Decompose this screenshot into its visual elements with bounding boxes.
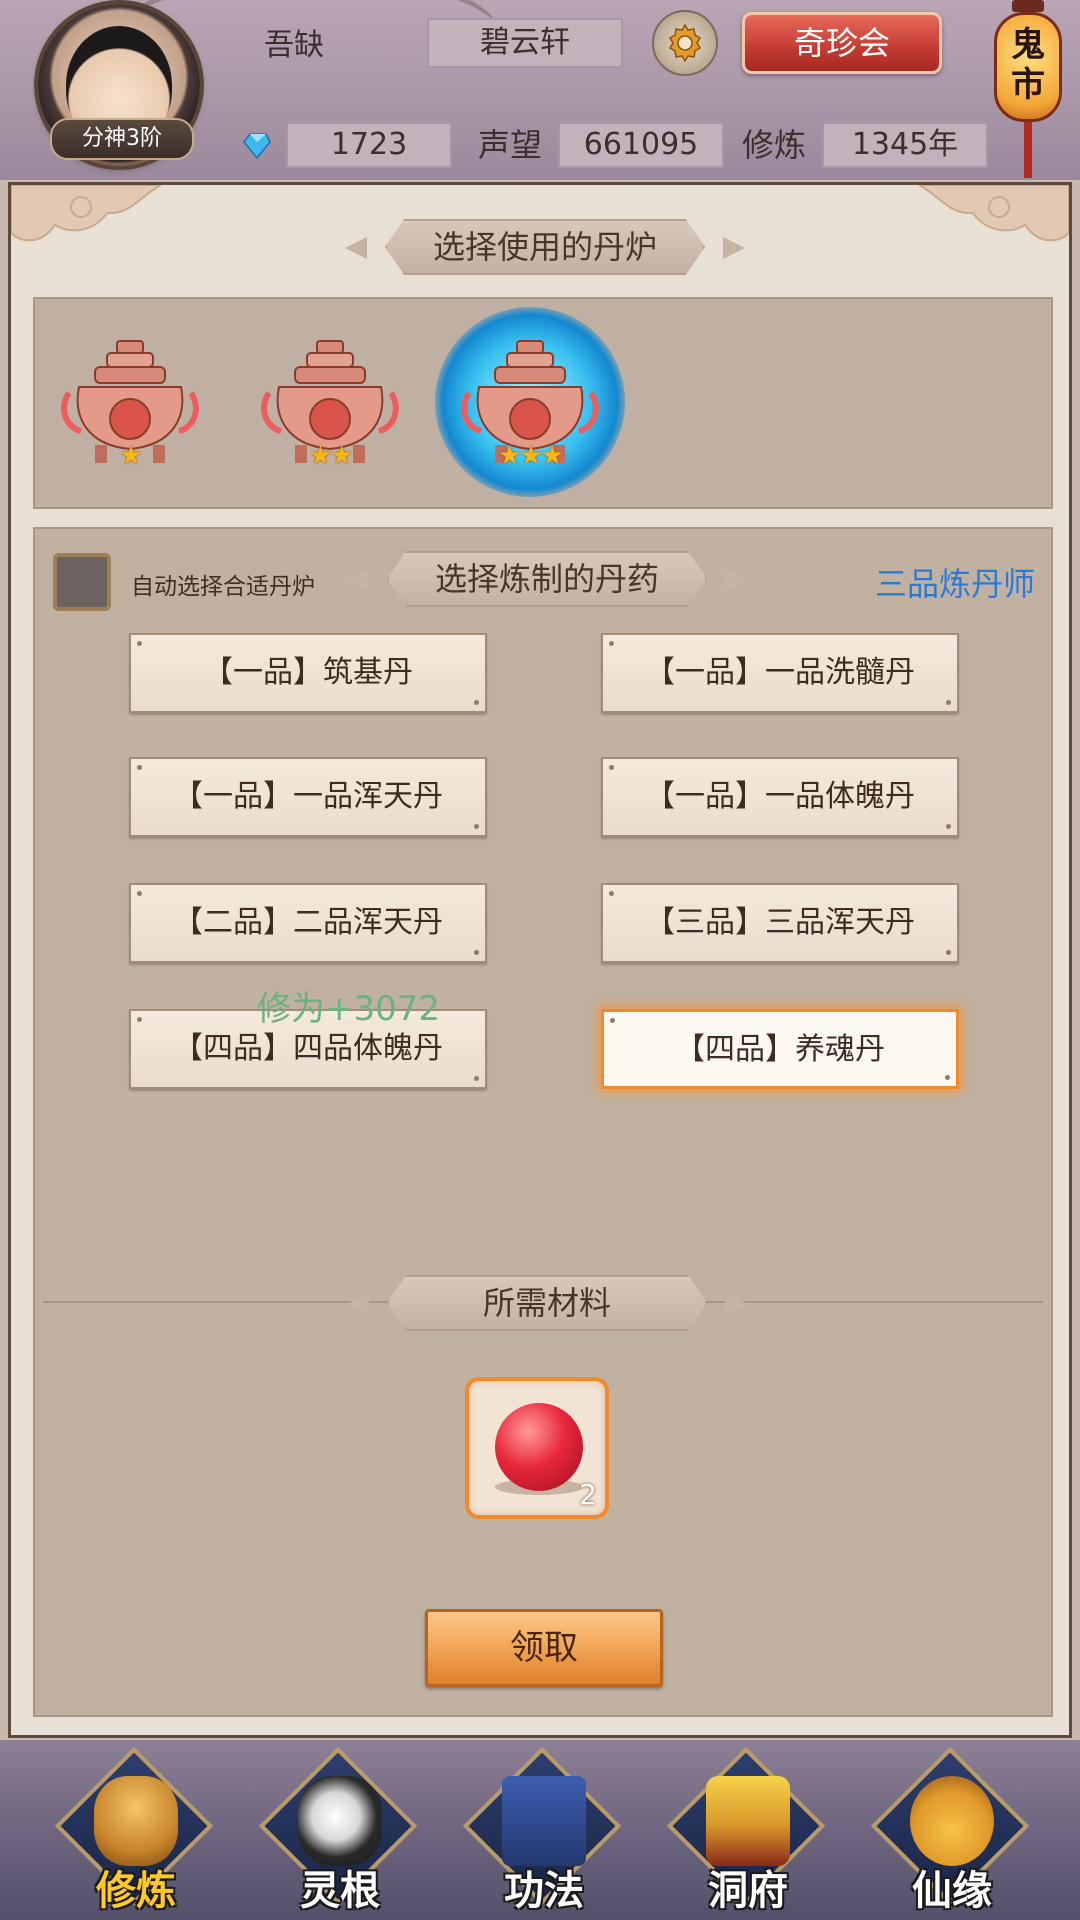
nav-technique-label: 功法	[504, 1868, 584, 1914]
gear-icon	[668, 23, 702, 63]
title-arrow-left-icon	[345, 237, 367, 259]
player-name: 吾缺	[264, 28, 324, 63]
nav-cultivate-label: 修炼	[96, 1868, 176, 1914]
pill-selection-area: 自动选择合适丹炉 选择炼制的丹药 三品炼丹师 【一品】筑基丹 【一品】一品洗髓丹…	[33, 527, 1053, 1717]
title-arrow-left-icon	[347, 569, 369, 591]
furnace-3-star[interactable]: ★★★	[435, 307, 625, 497]
gourd-icon	[910, 1776, 994, 1866]
title-arrow-right-icon	[725, 1293, 747, 1315]
nav-fate[interactable]: 仙缘	[870, 1746, 1032, 1918]
nav-cave[interactable]: 洞府	[666, 1746, 828, 1918]
title-arrow-left-icon	[347, 1293, 369, 1315]
cloud-ornament-left	[11, 185, 161, 242]
auto-select-checkbox[interactable]	[53, 553, 111, 611]
title-arrow-right-icon	[723, 237, 745, 259]
materials-section-title: 所需材料	[347, 1275, 747, 1331]
ghost-market-lantern[interactable]: 鬼市	[988, 0, 1068, 180]
material-count: 2	[579, 1478, 597, 1511]
furnace-list: ★ ★★ ★★★	[33, 297, 1053, 509]
treasure-fair-button[interactable]: 奇珍会	[742, 12, 942, 74]
bottom-nav: 修炼 灵根 功法 洞府 仙缘	[0, 1740, 1080, 1920]
server-name: 碧云轩	[427, 18, 623, 68]
pill-option[interactable]: 【一品】筑基丹	[129, 633, 487, 713]
pill-option-selected[interactable]: 【四品】养魂丹	[601, 1009, 959, 1089]
star-rating: ★★	[308, 441, 354, 471]
pill-option[interactable]: 【一品】一品体魄丹	[601, 757, 959, 837]
pill-option[interactable]: 【一品】一品洗髓丹	[601, 633, 959, 713]
ghost-market-label: 鬼市	[994, 12, 1062, 122]
auto-select-label: 自动选择合适丹炉	[131, 574, 315, 600]
nav-cave-label: 洞府	[708, 1868, 788, 1914]
claim-button[interactable]: 领取	[425, 1609, 663, 1687]
nav-fate-label: 仙缘	[912, 1868, 992, 1914]
reputation-value: 661095	[558, 122, 724, 168]
furnace-2-star[interactable]: ★★	[255, 327, 405, 477]
nav-spirit-root-label: 灵根	[300, 1868, 380, 1914]
title-arrow-right-icon	[725, 569, 747, 591]
pill-section-title: 选择炼制的丹药	[347, 551, 747, 607]
gem-icon	[243, 133, 271, 160]
realm-badge: 分神3阶	[50, 118, 194, 160]
nav-technique[interactable]: 功法	[462, 1746, 624, 1918]
pill-option[interactable]: 【三品】三品浑天丹	[601, 883, 959, 963]
settings-button[interactable]	[652, 10, 718, 76]
nav-cultivate[interactable]: 修炼	[54, 1746, 216, 1918]
pill-section-title-text: 选择炼制的丹药	[434, 560, 659, 598]
reputation-label: 声望	[478, 126, 543, 164]
cultivation-gain-popup: 修为+3072	[257, 989, 441, 1029]
nav-spirit-root[interactable]: 灵根	[258, 1746, 420, 1918]
top-status-bar: 分神3阶 吾缺 碧云轩 奇珍会 鬼市 1723 声望 661095 修炼 134…	[0, 0, 1080, 180]
book-icon	[502, 1776, 586, 1866]
lantern-tassel	[1024, 122, 1032, 178]
gem-count: 1723	[286, 122, 452, 168]
red-orb-icon	[495, 1403, 583, 1491]
alchemist-rank: 三品炼丹师	[874, 565, 1035, 603]
materials-section-title-text: 所需材料	[482, 1284, 611, 1322]
furnace-section-title: 选择使用的丹炉	[345, 219, 745, 275]
furnace-1-star[interactable]: ★	[55, 327, 205, 477]
star-rating: ★★★	[498, 441, 564, 471]
yin-yang-sword-icon	[298, 1776, 382, 1866]
star-rating: ★	[119, 441, 142, 471]
alchemy-panel: 选择使用的丹炉 ★ ★★ ★★★ 自动选择合适丹炉 选择炼制的丹药 三品炼丹师 …	[8, 182, 1072, 1738]
furnace-section-title-text: 选择使用的丹炉	[432, 228, 657, 266]
lantern-cap	[1012, 0, 1044, 12]
pagoda-icon	[706, 1776, 790, 1866]
material-slot[interactable]: 2	[465, 1377, 609, 1519]
cultivation-label: 修炼	[742, 126, 807, 164]
pill-option[interactable]: 【二品】二品浑天丹	[129, 883, 487, 963]
meditating-figure-icon	[94, 1776, 178, 1866]
cloud-ornament-right	[919, 185, 1069, 242]
cultivation-value: 1345年	[822, 122, 988, 168]
pill-option[interactable]: 【一品】一品浑天丹	[129, 757, 487, 837]
